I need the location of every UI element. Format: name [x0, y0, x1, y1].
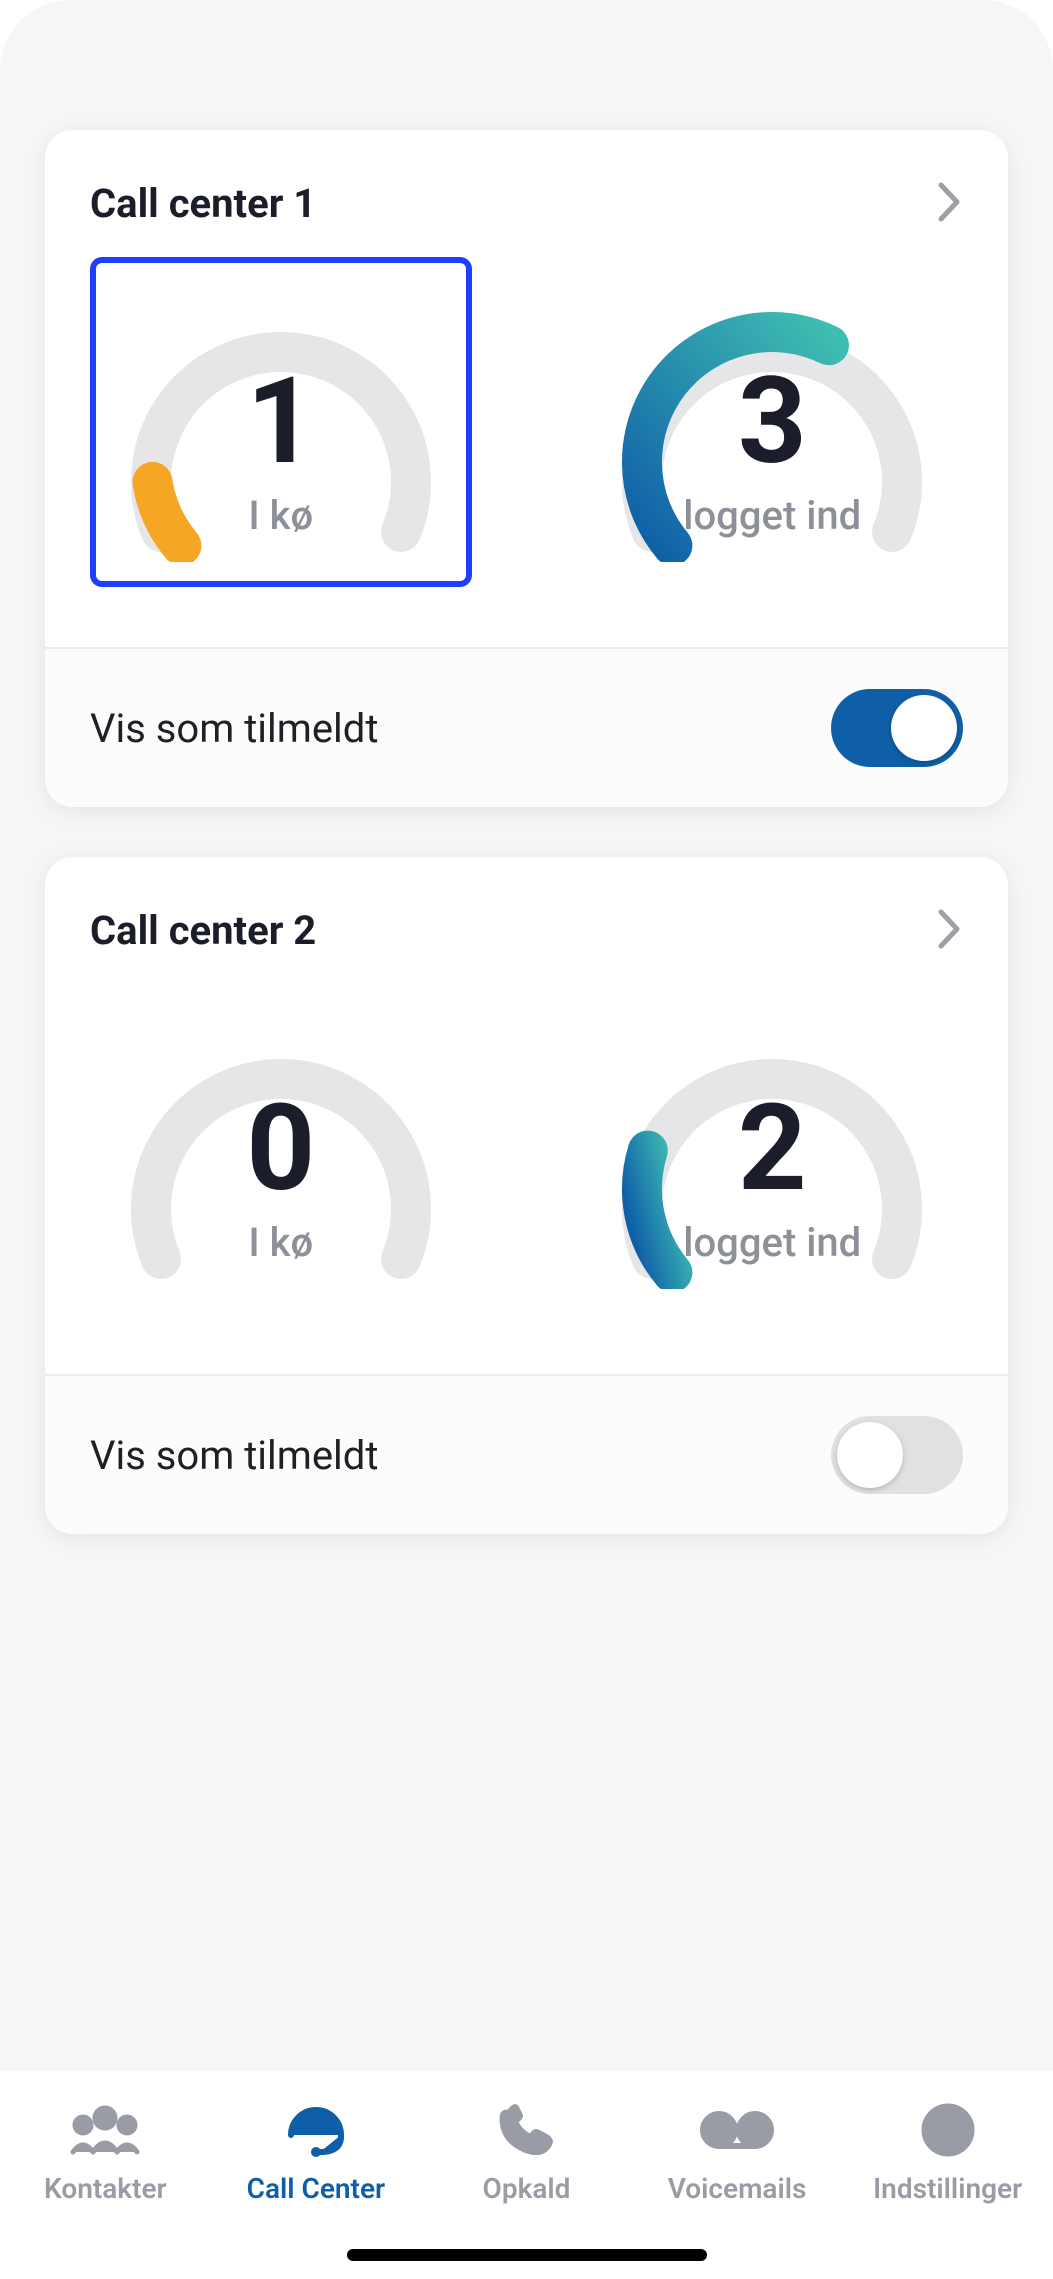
- show-as-enrolled-label: Vis som tilmeldt: [90, 1432, 378, 1479]
- gauge-label: I kø: [111, 492, 451, 539]
- phone-icon: [486, 2100, 566, 2160]
- gauges-row: 1 I kø 3 logget ind: [45, 237, 1008, 647]
- home-indicator[interactable]: [347, 2249, 707, 2261]
- gauge-svg: 3 logget ind: [602, 282, 942, 562]
- tab-label: Opkald: [483, 2172, 571, 2205]
- gauge-svg: 1 I kø: [111, 282, 451, 562]
- gauge-queue[interactable]: 1 I kø: [90, 257, 472, 587]
- main-content: Call center 1 1: [0, 0, 1053, 2069]
- user-circle-icon: [908, 2100, 988, 2160]
- tab-label: Voicemails: [668, 2172, 807, 2205]
- tab-label: Call Center: [247, 2172, 385, 2205]
- call-center-card: Call center 1 1: [45, 130, 1008, 807]
- show-as-enrolled-label: Vis som tilmeldt: [90, 705, 378, 752]
- tab-label: Kontakter: [44, 2172, 167, 2205]
- card-title: Call center 1: [90, 180, 316, 227]
- device-frame: Call center 1 1: [0, 0, 1053, 2279]
- card-header[interactable]: Call center 2: [45, 857, 1008, 964]
- gauge-value: 3: [602, 362, 942, 482]
- gauge-svg: 0 I kø: [111, 1009, 451, 1289]
- gauge-loggedin[interactable]: 2 logget ind: [582, 984, 964, 1314]
- contacts-icon: [65, 2100, 145, 2160]
- show-as-enrolled-toggle[interactable]: [831, 1416, 963, 1494]
- gauge-label: logget ind: [602, 492, 942, 539]
- tab-voicemails[interactable]: Voicemails: [632, 2100, 843, 2205]
- card-header[interactable]: Call center 1: [45, 130, 1008, 237]
- tab-bar: Kontakter Call Center Opkald: [0, 2069, 1053, 2279]
- card-footer: Vis som tilmeldt: [45, 647, 1008, 807]
- gauge-svg: 2 logget ind: [602, 1009, 942, 1289]
- gauge-label: logget ind: [602, 1219, 942, 1266]
- card-title: Call center 2: [90, 907, 316, 954]
- show-as-enrolled-toggle[interactable]: [831, 689, 963, 767]
- gauges-row: 0 I kø 2 logget ind: [45, 964, 1008, 1374]
- tab-calls[interactable]: Opkald: [421, 2100, 632, 2205]
- call-center-card: Call center 2 0: [45, 857, 1008, 1534]
- card-footer: Vis som tilmeldt: [45, 1374, 1008, 1534]
- chevron-right-icon[interactable]: [937, 181, 963, 227]
- gauge-value: 1: [111, 362, 451, 482]
- chevron-right-icon[interactable]: [937, 908, 963, 954]
- gauge-queue[interactable]: 0 I kø: [90, 984, 472, 1314]
- tab-call-center[interactable]: Call Center: [211, 2100, 422, 2205]
- gauge-value: 2: [602, 1089, 942, 1209]
- gauge-value: 0: [111, 1089, 451, 1209]
- tab-label: Indstillinger: [873, 2172, 1022, 2205]
- gauge-label: I kø: [111, 1219, 451, 1266]
- voicemail-icon: [697, 2100, 777, 2160]
- headset-icon: [276, 2100, 356, 2160]
- tab-contacts[interactable]: Kontakter: [0, 2100, 211, 2205]
- gauge-loggedin[interactable]: 3 logget ind: [582, 257, 964, 587]
- tab-settings[interactable]: Indstillinger: [842, 2100, 1053, 2205]
